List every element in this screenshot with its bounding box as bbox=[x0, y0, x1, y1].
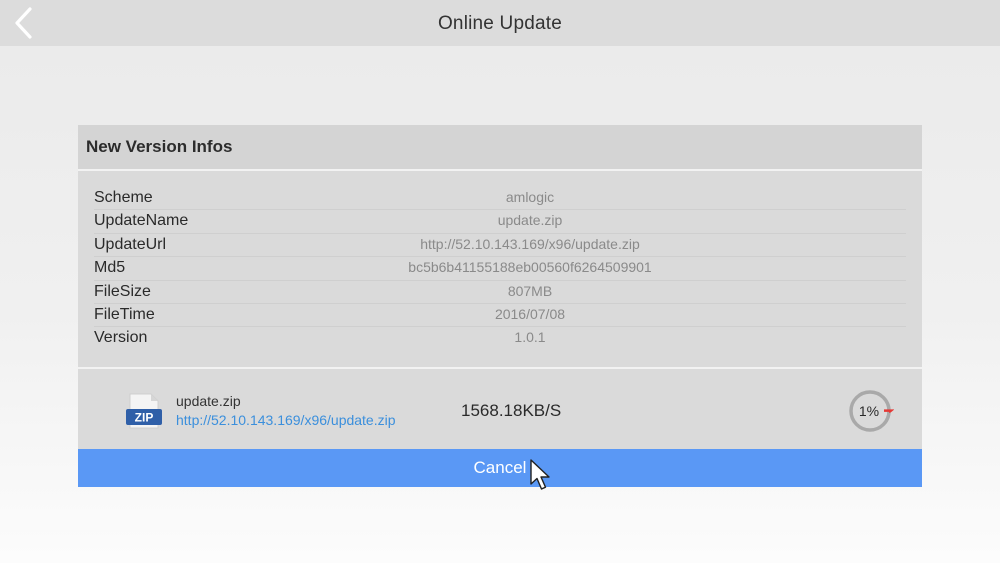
info-row-version: Version 1.0.1 bbox=[94, 327, 906, 350]
info-value: 1.0.1 bbox=[514, 329, 546, 346]
info-value: update.zip bbox=[497, 212, 563, 229]
info-value: 2016/07/08 bbox=[494, 305, 566, 322]
card-header: New Version Infos bbox=[78, 125, 922, 171]
info-row-scheme: Scheme amlogic bbox=[94, 187, 906, 211]
download-item: ZIP update.zip http://52.10.143.169/x96/… bbox=[78, 369, 922, 449]
download-file-name: update.zip bbox=[176, 393, 241, 409]
version-info-list: Scheme amlogic UpdateName update.zip Upd… bbox=[94, 187, 906, 351]
download-file-url[interactable]: http://52.10.143.169/x96/update.zip bbox=[176, 412, 396, 428]
info-row-md5: Md5 bc5b6b41155188eb00560f6264509901 bbox=[94, 257, 906, 281]
download-speed: 1568.18KB/S bbox=[461, 401, 562, 420]
info-value: 807MB bbox=[507, 282, 553, 299]
top-bar: Online Update bbox=[0, 0, 1000, 46]
zip-file-icon: ZIP bbox=[126, 393, 162, 429]
info-value: amlogic bbox=[505, 189, 555, 205]
page-title: Online Update bbox=[437, 13, 563, 34]
zip-icon-label: ZIP bbox=[135, 411, 154, 425]
info-row-file-size: FileSize 807MB bbox=[94, 281, 906, 304]
info-value: bc5b6b41155188eb00560f6264509901 bbox=[408, 259, 652, 276]
info-value: http://52.10.143.169/x96/update.zip bbox=[420, 235, 640, 252]
info-row-update-url: UpdateUrl http://52.10.143.169/x96/updat… bbox=[94, 234, 906, 258]
progress-percent: 1% bbox=[858, 403, 880, 419]
info-row-update-name: UpdateName update.zip bbox=[94, 210, 906, 234]
card-title: New Version Infos bbox=[86, 137, 233, 156]
info-row-file-time: FileTime 2016/07/08 bbox=[94, 304, 906, 328]
cancel-button[interactable]: Cancel bbox=[78, 449, 922, 487]
version-info-card: New Version Infos Scheme amlogic UpdateN… bbox=[78, 125, 922, 487]
